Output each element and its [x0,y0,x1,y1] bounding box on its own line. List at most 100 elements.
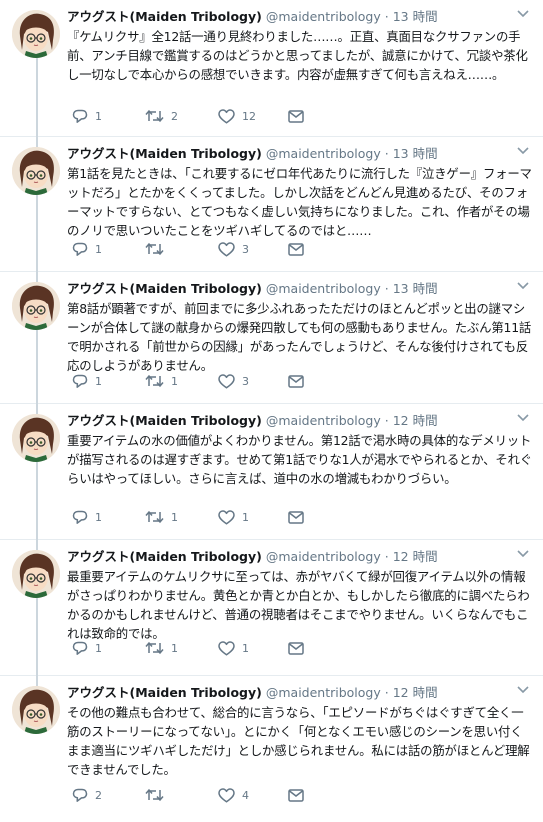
avatar[interactable] [12,414,60,462]
like-button[interactable]: 4 [218,787,288,803]
avatar[interactable] [12,10,60,58]
retweet-count: 1 [171,641,178,655]
retweet-button[interactable] [145,242,218,256]
retweet-button[interactable]: 1 [145,641,218,655]
user-handle[interactable]: @maidentribology [266,685,381,700]
avatar[interactable] [12,147,60,195]
chevron-down-icon[interactable] [517,550,529,558]
user-handle[interactable]: @maidentribology [266,413,381,428]
retweet-icon [145,374,164,388]
direct-message-button[interactable] [288,374,304,388]
heart-icon [218,509,235,525]
display-name[interactable]: アウグスト(Maiden Tribology) [67,685,262,700]
reply-icon [72,374,88,388]
avatar[interactable] [12,282,60,330]
like-count: 12 [242,109,256,123]
reply-count: 1 [95,109,102,123]
thread-connector-line [36,137,38,147]
user-handle[interactable]: @maidentribology [266,9,381,24]
reply-button[interactable]: 1 [72,641,145,656]
separator-dot: · [384,549,389,564]
like-button[interactable]: 1 [218,509,288,525]
tweet-header: アウグスト(Maiden Tribology) @maidentribology… [67,8,533,26]
tweet[interactable]: アウグスト(Maiden Tribology) @maidentribology… [0,0,543,137]
like-count: 3 [242,374,249,388]
reply-count: 1 [95,374,102,388]
like-button[interactable]: 12 [218,108,288,124]
timestamp[interactable]: 13 時間 [393,281,438,296]
display-name[interactable]: アウグスト(Maiden Tribology) [67,281,262,296]
display-name[interactable]: アウグスト(Maiden Tribology) [67,146,262,161]
chevron-down-icon[interactable] [517,147,529,155]
separator-dot: · [384,685,389,700]
timestamp[interactable]: 12 時間 [393,413,438,428]
tweet-text: 第1話を見たときは、「これ要するにゼロ年代あたりに流行した『泣きゲー』フォーマッ… [67,166,532,238]
chevron-down-icon[interactable] [517,10,529,18]
avatar[interactable] [12,686,60,734]
display-name[interactable]: アウグスト(Maiden Tribology) [67,413,262,428]
reply-icon [72,641,88,655]
tweet[interactable]: アウグスト(Maiden Tribology) @maidentribology… [0,676,543,822]
direct-message-button[interactable] [288,641,304,655]
direct-message-button[interactable] [288,109,304,123]
user-handle[interactable]: @maidentribology [266,549,381,564]
tweet[interactable]: アウグスト(Maiden Tribology) @maidentribology… [0,404,543,540]
retweet-button[interactable]: 1 [145,510,218,524]
retweet-icon [145,641,164,655]
timestamp[interactable]: 12 時間 [393,685,438,700]
direct-message-button[interactable] [288,510,304,524]
tweet-thread: アウグスト(Maiden Tribology) @maidentribology… [0,0,543,822]
tweet-content: アウグスト(Maiden Tribology) @maidentribology… [67,684,533,779]
tweet-header: アウグスト(Maiden Tribology) @maidentribology… [67,145,533,163]
like-count: 1 [242,641,249,655]
timestamp[interactable]: 12 時間 [393,549,438,564]
separator-dot: · [384,146,389,161]
reply-count: 1 [95,242,102,256]
timestamp[interactable]: 13 時間 [393,146,438,161]
tweet-actions: 1 3 [72,240,304,258]
reply-button[interactable]: 1 [72,109,145,124]
tweet-text: その他の難点も合わせて、総合的に言うなら、「エピソードがちぐはぐすぎて全く一筋の… [67,705,530,777]
chevron-down-icon[interactable] [517,686,529,694]
like-button[interactable]: 3 [218,241,288,257]
reply-button[interactable]: 2 [72,788,145,803]
tweet-content: アウグスト(Maiden Tribology) @maidentribology… [67,8,533,84]
reply-button[interactable]: 1 [72,242,145,257]
like-count: 1 [242,510,249,524]
user-handle[interactable]: @maidentribology [266,281,381,296]
direct-message-button[interactable] [288,788,304,802]
thread-connector-line [36,462,38,540]
tweet-actions: 1 1 1 [72,639,304,657]
thread-connector-line [36,676,38,686]
avatar[interactable] [12,550,60,598]
display-name[interactable]: アウグスト(Maiden Tribology) [67,549,262,564]
chevron-down-icon[interactable] [517,282,529,290]
retweet-button[interactable]: 1 [145,374,218,388]
separator-dot: · [384,9,389,24]
retweet-button[interactable] [145,788,218,802]
like-button[interactable]: 3 [218,373,288,389]
retweet-icon [145,788,164,802]
like-button[interactable]: 1 [218,640,288,656]
reply-button[interactable]: 1 [72,374,145,389]
envelope-icon [288,641,304,655]
envelope-icon [288,374,304,388]
reply-icon [72,242,88,256]
retweet-button[interactable]: 2 [145,109,218,123]
timestamp[interactable]: 13 時間 [393,9,438,24]
thread-connector-line [36,404,38,414]
tweet[interactable]: アウグスト(Maiden Tribology) @maidentribology… [0,137,543,272]
tweet-content: アウグスト(Maiden Tribology) @maidentribology… [67,280,533,375]
user-handle[interactable]: @maidentribology [266,146,381,161]
chevron-down-icon[interactable] [517,414,529,422]
heart-icon [218,787,235,803]
separator-dot: · [384,281,389,296]
display-name[interactable]: アウグスト(Maiden Tribology) [67,9,262,24]
envelope-icon [288,510,304,524]
like-count: 4 [242,788,249,802]
reply-button[interactable]: 1 [72,510,145,525]
tweet[interactable]: アウグスト(Maiden Tribology) @maidentribology… [0,272,543,404]
tweet[interactable]: アウグスト(Maiden Tribology) @maidentribology… [0,540,543,676]
retweet-count: 1 [171,510,178,524]
direct-message-button[interactable] [288,242,304,256]
